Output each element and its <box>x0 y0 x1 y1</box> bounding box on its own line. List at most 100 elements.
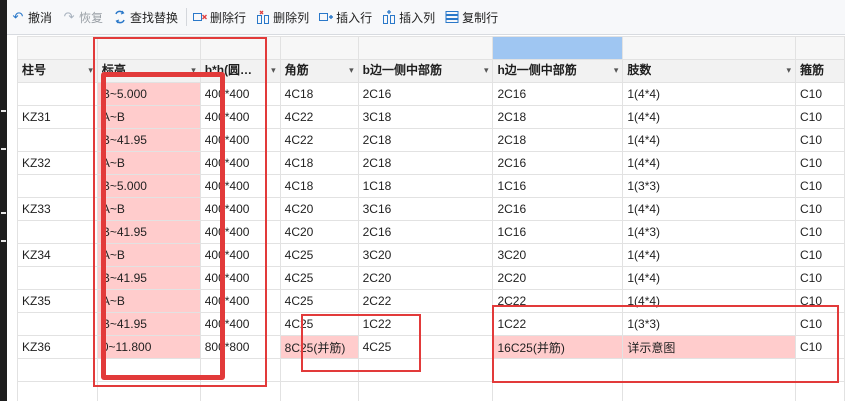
cell-h[interactable]: 2C16 <box>492 82 624 106</box>
insert-row-button[interactable]: 插入行 <box>315 6 378 28</box>
empty-cell[interactable] <box>96 381 201 401</box>
cell-h[interactable]: 1C22 <box>492 312 624 336</box>
cell-b[interactable]: 3C20 <box>357 243 494 267</box>
cell-stir[interactable]: C10 <box>795 243 845 267</box>
cell-id[interactable]: KZ33 <box>17 197 98 221</box>
cell-b[interactable]: 2C16 <box>357 220 494 244</box>
cell-id[interactable] <box>17 220 98 244</box>
insert-col-button[interactable]: 插入列 <box>378 6 441 28</box>
cell-b[interactable]: 2C22 <box>357 289 494 313</box>
cell-corner[interactable]: 4C18 <box>279 151 359 175</box>
cell-h[interactable]: 2C16 <box>492 197 624 221</box>
column-header[interactable]: b*h(圆… ▾ <box>199 59 281 83</box>
column-header[interactable]: 柱号 ▾ <box>17 59 98 83</box>
col-strip-cell[interactable] <box>17 36 98 60</box>
column-header[interactable]: 肢数 ▾ <box>622 59 797 83</box>
cell-id[interactable]: KZ31 <box>17 105 98 129</box>
cell-h[interactable]: 2C20 <box>492 266 624 290</box>
cell-id[interactable]: KZ34 <box>17 243 98 267</box>
cell-corner[interactable]: 4C22 <box>279 105 359 129</box>
copy-row-button[interactable]: 复制行 <box>441 6 504 28</box>
cell-legs[interactable]: 1(4*4) <box>622 266 797 290</box>
cell-bh[interactable]: 800*800 <box>199 335 281 359</box>
cell-elev[interactable]: B~41.95 <box>96 312 201 336</box>
cell-b[interactable]: 3C18 <box>357 105 494 129</box>
empty-cell[interactable] <box>622 358 797 382</box>
cell-bh[interactable]: 400*400 <box>199 174 281 198</box>
col-strip-cell[interactable] <box>279 36 359 60</box>
cell-corner[interactable]: 4C22 <box>279 128 359 152</box>
cell-h[interactable]: 2C16 <box>492 151 624 175</box>
cell-elev[interactable]: A~B <box>96 289 201 313</box>
empty-cell[interactable] <box>622 381 797 401</box>
column-header[interactable]: 箍筋 <box>795 59 845 83</box>
cell-stir[interactable]: C10 <box>795 312 845 336</box>
filter-dropdown-icon[interactable]: ▾ <box>271 65 276 76</box>
delete-row-button[interactable]: 删除行 <box>189 6 252 28</box>
col-strip-cell[interactable] <box>357 36 494 60</box>
cell-bh[interactable]: 400*400 <box>199 266 281 290</box>
empty-cell[interactable] <box>279 358 359 382</box>
empty-cell[interactable] <box>492 358 624 382</box>
cell-id[interactable] <box>17 82 98 106</box>
cell-bh[interactable]: 400*400 <box>199 151 281 175</box>
cell-elev[interactable]: A~B <box>96 105 201 129</box>
cell-legs[interactable]: 详示意图 <box>622 335 797 359</box>
cell-h[interactable]: 1C16 <box>492 220 624 244</box>
cell-corner[interactable]: 4C25 <box>279 243 359 267</box>
cell-id[interactable] <box>17 128 98 152</box>
empty-cell[interactable] <box>279 381 359 401</box>
cell-id[interactable]: KZ32 <box>17 151 98 175</box>
col-strip-cell[interactable] <box>199 36 281 60</box>
cell-elev[interactable]: A~B <box>96 151 201 175</box>
cell-legs[interactable]: 1(4*4) <box>622 82 797 106</box>
cell-corner[interactable]: 4C18 <box>279 82 359 106</box>
filter-dropdown-icon[interactable]: ▾ <box>88 65 93 76</box>
cell-h[interactable]: 1C16 <box>492 174 624 198</box>
cell-elev[interactable]: A~B <box>96 197 201 221</box>
redo-button[interactable]: ↷ 恢复 <box>58 6 109 28</box>
empty-cell[interactable] <box>17 381 98 401</box>
cell-h[interactable]: 2C18 <box>492 128 624 152</box>
column-header[interactable]: 标高 ▾ <box>96 59 201 83</box>
filter-dropdown-icon[interactable]: ▾ <box>786 65 791 76</box>
cell-legs[interactable]: 1(3*3) <box>622 174 797 198</box>
cell-id[interactable] <box>17 312 98 336</box>
cell-stir[interactable]: C10 <box>795 197 845 221</box>
col-strip-cell[interactable] <box>96 36 201 60</box>
cell-corner[interactable]: 4C25 <box>279 312 359 336</box>
cell-stir[interactable]: C10 <box>795 266 845 290</box>
cell-id[interactable] <box>17 174 98 198</box>
cell-b[interactable]: 1C22 <box>357 312 494 336</box>
cell-stir[interactable]: C10 <box>795 82 845 106</box>
cell-stir[interactable]: C10 <box>795 151 845 175</box>
cell-legs[interactable]: 1(4*4) <box>622 289 797 313</box>
column-header[interactable]: 角筋 ▾ <box>279 59 359 83</box>
cell-b[interactable]: 2C16 <box>357 82 494 106</box>
empty-cell[interactable] <box>795 358 845 382</box>
cell-bh[interactable]: 400*400 <box>199 197 281 221</box>
cell-stir[interactable]: C10 <box>795 289 845 313</box>
empty-cell[interactable] <box>17 358 98 382</box>
cell-b[interactable]: 2C18 <box>357 128 494 152</box>
cell-bh[interactable]: 400*400 <box>199 312 281 336</box>
filter-dropdown-icon[interactable]: ▾ <box>191 65 196 76</box>
filter-dropdown-icon[interactable]: ▾ <box>614 65 619 76</box>
column-header[interactable]: b边一侧中部筋 ▾ <box>357 59 494 83</box>
cell-id[interactable]: KZ36 <box>17 335 98 359</box>
cell-elev[interactable]: 0~11.800 <box>96 335 201 359</box>
cell-legs[interactable]: 1(4*3) <box>622 220 797 244</box>
cell-stir[interactable]: C10 <box>795 174 845 198</box>
col-strip-cell[interactable] <box>622 36 797 60</box>
cell-h[interactable]: 16C25(并筋) <box>492 335 624 359</box>
cell-corner[interactable]: 4C20 <box>279 220 359 244</box>
cell-legs[interactable]: 1(4*4) <box>622 197 797 221</box>
cell-stir[interactable]: C10 <box>795 335 845 359</box>
cell-elev[interactable]: B~41.95 <box>96 266 201 290</box>
empty-cell[interactable] <box>492 381 624 401</box>
filter-dropdown-icon[interactable]: ▾ <box>349 65 354 76</box>
empty-cell[interactable] <box>357 381 494 401</box>
find-replace-button[interactable]: 查找替换 <box>109 6 184 28</box>
cell-bh[interactable]: 400*400 <box>199 289 281 313</box>
cell-corner[interactable]: 4C18 <box>279 174 359 198</box>
